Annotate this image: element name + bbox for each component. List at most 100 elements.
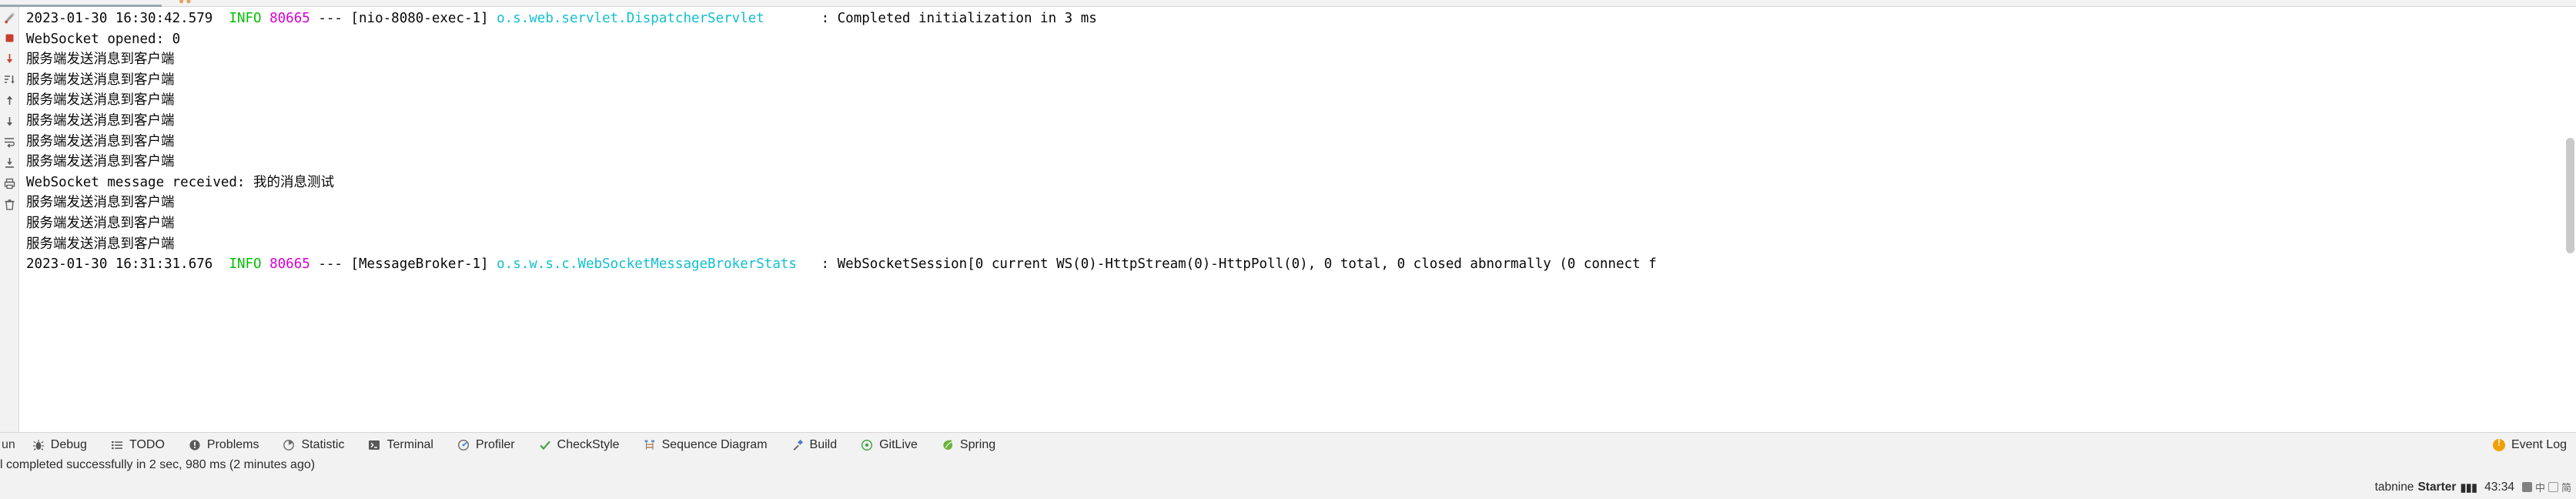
log-timestamp: 2023-01-30 16:31:31.676 — [26, 256, 229, 273]
tool-window-spring-label: Spring — [959, 437, 996, 451]
log-line-plain: 服务端发送消息到客户端 — [26, 152, 1657, 172]
ime-indicator[interactable]: 中 简 — [2521, 480, 2571, 494]
tabnine-widget[interactable]: tabnine Starter ▮▮▮ — [2374, 480, 2478, 494]
breadcrumb-dots-icon: ●● — [179, 0, 193, 6]
editor-tab-strip: ●● — [0, 0, 2576, 7]
log-line-plain: 服务端发送消息到客户端 — [26, 132, 1657, 152]
tool-window-event-log[interactable]: Event Log — [2492, 437, 2576, 452]
print-icon[interactable] — [0, 173, 19, 194]
log-line-text: 服务端发送消息到客户端 — [26, 195, 175, 211]
log-message: : WebSocketSession[0 current WS(0)-HttpS… — [796, 256, 1657, 273]
console-log-body: 2023-01-30 16:30:42.579 INFO 80665 --- [… — [20, 7, 1657, 275]
arrow-down-icon[interactable] — [0, 111, 19, 132]
tool-window-debug[interactable]: Debug — [20, 433, 99, 457]
log-line-plain: 服务端发送消息到客户端 — [26, 70, 1657, 91]
spring-leaf-icon — [941, 438, 955, 452]
console-vertical-scrollbar[interactable] — [2566, 138, 2574, 253]
ide-run-console-window: ●● 2023-01-30 16:30:42.579 INFO 80665 --… — [0, 0, 2576, 499]
log-pid: 80665 — [269, 256, 310, 273]
log-line-plain: 服务端发送消息到客户端 — [26, 111, 1657, 132]
tool-window-sequence-diagram[interactable]: Sequence Diagram — [631, 433, 779, 457]
exclamation-circle-icon — [188, 438, 202, 452]
tool-window-build[interactable]: Build — [779, 433, 849, 457]
run-console-output[interactable]: 2023-01-30 16:30:42.579 INFO 80665 --- [… — [20, 7, 2576, 432]
log-line-text: 服务端发送消息到客户端 — [26, 52, 175, 68]
session-clock: 43:34 — [2484, 480, 2514, 494]
tool-window-statistic[interactable]: Statistic — [270, 433, 356, 457]
tool-window-debug-label: Debug — [50, 437, 87, 451]
log-line-plain: 服务端发送消息到客户端 — [26, 49, 1657, 70]
ime-mode-square-icon — [2521, 482, 2532, 492]
log-line-plain: 服务端发送消息到客户端 — [26, 90, 1657, 111]
sequence-diagram-icon — [643, 438, 657, 452]
log-line-plain: 服务端发送消息到客户端 — [26, 193, 1657, 213]
tool-window-profiler-label: Profiler — [475, 437, 515, 451]
tool-window-todo-label: TODO — [129, 437, 165, 451]
tool-window-spring[interactable]: Spring — [929, 433, 1007, 457]
tool-window-event-log-label: Event Log — [2511, 437, 2567, 451]
console-gutter-toolbar[interactable] — [0, 7, 19, 432]
soft-wrap-icon[interactable] — [0, 132, 19, 152]
tool-window-bar[interactable]: un Debug TODO Problems Statistic Termina… — [0, 432, 2576, 457]
log-line-text: 服务端发送消息到客户端 — [26, 215, 175, 231]
trash-icon[interactable] — [0, 194, 19, 215]
checkmark-icon — [538, 438, 552, 452]
log-line-text: 服务端发送消息到客户端 — [26, 112, 175, 129]
log-line-text: 服务端发送消息到客户端 — [26, 72, 175, 88]
tool-window-checkstyle[interactable]: CheckStyle — [527, 433, 631, 457]
log-space — [262, 11, 270, 26]
log-message: : Completed initialization in 3 ms — [764, 11, 1097, 26]
tabnine-label: tabnine — [2374, 480, 2414, 494]
bug-icon — [32, 438, 45, 452]
log-line-plain: WebSocket opened: 0 — [26, 29, 1657, 50]
log-line-text: 服务端发送消息到客户端 — [26, 154, 175, 170]
log-space — [262, 256, 270, 272]
status-bar: l completed successfully in 2 sec, 980 m… — [0, 457, 2576, 499]
log-line-plain: 服务端发送消息到客户端 — [26, 234, 1657, 255]
log-logger: o.s.w.s.c.WebSocketMessageBrokerStats — [497, 256, 797, 273]
log-level: INFO — [229, 256, 262, 273]
tool-window-terminal[interactable]: Terminal — [356, 433, 444, 457]
tool-window-checkstyle-label: CheckStyle — [557, 437, 620, 451]
tool-window-gitlive[interactable]: GitLive — [848, 433, 929, 457]
log-line-text: 服务端发送消息到客户端 — [26, 236, 175, 252]
log-thread: --- [MessageBroker-1] — [309, 256, 497, 273]
hammer-icon — [791, 438, 805, 452]
ime-primary-label: 中 — [2534, 482, 2545, 494]
tool-window-terminal-label: Terminal — [386, 437, 433, 451]
log-line-plain: WebSocket message received: 我的消息测试 — [26, 172, 1657, 193]
tool-window-build-label: Build — [809, 437, 838, 451]
log-line-plain: 服务端发送消息到客户端 — [26, 213, 1657, 234]
log-line-spring: 2023-01-30 16:31:31.676 INFO 80665 --- [… — [26, 254, 1657, 275]
tool-window-run-tab[interactable]: un — [0, 433, 20, 457]
log-line-text: 服务端发送消息到客户端 — [26, 133, 175, 149]
log-pid: 80665 — [269, 11, 310, 26]
log-timestamp: 2023-01-30 16:30:42.579 — [26, 11, 229, 26]
tool-window-problems-label: Problems — [206, 437, 259, 451]
log-line-spring: 2023-01-30 16:30:42.579 INFO 80665 --- [… — [26, 8, 1657, 29]
stop-icon[interactable] — [0, 28, 19, 49]
build-status-message: l completed successfully in 2 sec, 980 m… — [0, 458, 316, 471]
tool-window-profiler[interactable]: Profiler — [445, 433, 527, 457]
gitlive-icon — [860, 438, 874, 452]
event-log-icon — [2492, 437, 2505, 451]
tool-window-gitlive-label: GitLive — [879, 437, 918, 451]
log-logger: o.s.web.servlet.DispatcherServlet — [497, 11, 764, 26]
rerun-icon[interactable] — [0, 7, 19, 28]
status-bar-right-widgets: tabnine Starter ▮▮▮ 43:34 中 简 — [2375, 480, 2571, 494]
sort-icon[interactable] — [0, 69, 19, 90]
tool-window-todo[interactable]: TODO — [99, 433, 176, 457]
log-line-text: 服务端发送消息到客户端 — [26, 92, 175, 109]
list-icon — [110, 438, 124, 452]
terminal-icon — [367, 438, 381, 452]
arrow-down-red-icon[interactable] — [0, 49, 19, 69]
ime-aux-square-icon — [2548, 482, 2558, 492]
ime-secondary-label: 简 — [2561, 482, 2571, 494]
profiler-icon — [457, 438, 470, 452]
tool-window-sequence-diagram-label: Sequence Diagram — [661, 437, 768, 451]
arrow-up-icon[interactable] — [0, 90, 19, 111]
pie-chart-icon — [282, 438, 296, 452]
tool-window-problems[interactable]: Problems — [176, 433, 271, 457]
export-icon[interactable] — [0, 152, 19, 173]
log-line-text: WebSocket opened: 0 — [26, 31, 181, 47]
